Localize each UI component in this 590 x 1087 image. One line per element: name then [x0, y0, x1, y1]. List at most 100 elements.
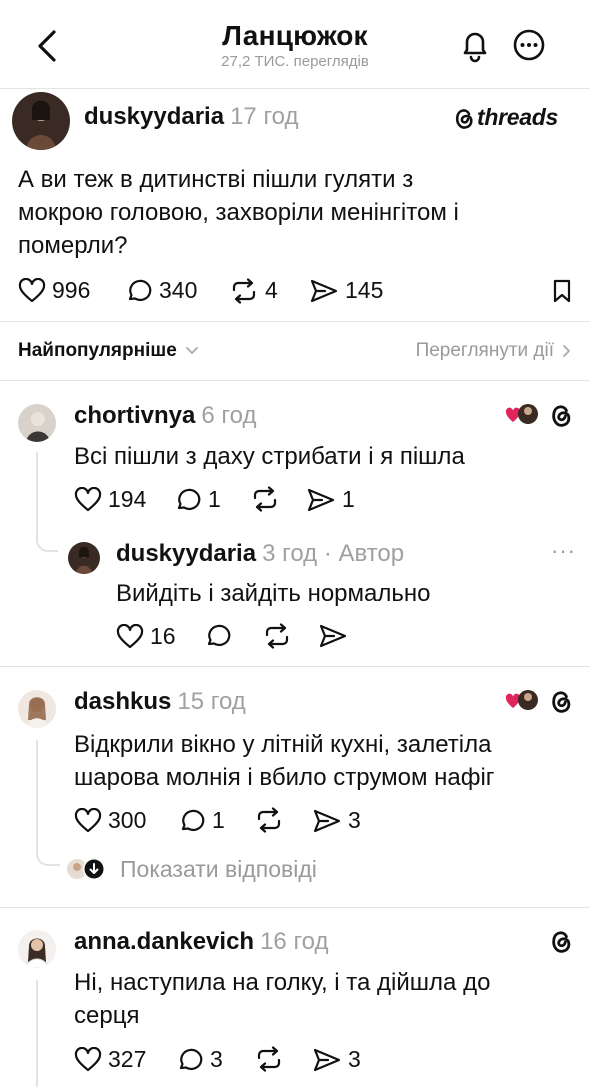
threads-wordmark: threads — [477, 104, 558, 130]
like-button[interactable]: 996 — [18, 277, 90, 304]
threads-logo-icon — [552, 691, 571, 713]
comment-icon — [207, 624, 231, 647]
threads-logo-icon — [552, 931, 571, 953]
reply-author[interactable]: anna.dankevich 16 год — [74, 928, 329, 956]
comment-count: 3 — [210, 1046, 223, 1072]
heart-icon — [74, 1046, 102, 1071]
post-text-line: померли? — [18, 232, 128, 259]
share-button[interactable] — [318, 623, 354, 649]
more-options-icon[interactable]: ··· — [551, 538, 576, 564]
show-replies-avatars[interactable] — [66, 856, 110, 882]
header-divider — [0, 88, 590, 89]
reply-text-line: Ні, наступила на голку, і та дійшла до — [74, 969, 491, 996]
share-count: 3 — [348, 807, 361, 833]
repost-icon — [257, 1046, 281, 1072]
repost-button[interactable]: 4 — [229, 277, 278, 304]
reply-time: 6 год — [201, 402, 257, 429]
show-replies-link[interactable]: Показати відповіді — [120, 856, 317, 883]
reply-time: 3 год · Автор — [262, 540, 405, 567]
like-button[interactable]: 300 — [74, 807, 146, 834]
heart-icon — [116, 623, 144, 648]
like-button[interactable]: 194 — [74, 486, 146, 513]
activity-label: Переглянути дії — [415, 340, 554, 361]
bookmark-icon[interactable] — [551, 278, 573, 304]
username[interactable]: duskyydaria — [116, 540, 256, 567]
comment-icon — [128, 279, 152, 301]
username[interactable]: duskyydaria — [84, 103, 224, 130]
repost-button[interactable] — [254, 1046, 290, 1072]
repost-button[interactable] — [250, 486, 286, 512]
comment-button[interactable]: 340 — [125, 277, 197, 304]
like-count: 16 — [150, 623, 176, 649]
thread-connector — [36, 530, 58, 552]
heart-icon — [74, 807, 102, 832]
repost-icon — [257, 807, 281, 833]
repost-icon — [253, 486, 277, 512]
avatar[interactable] — [18, 404, 56, 442]
heart-icon — [74, 486, 102, 511]
send-icon — [313, 1048, 341, 1071]
avatar[interactable] — [68, 542, 100, 574]
reply-text: Вийдіть і зайдіть нормально — [116, 580, 431, 607]
avatar[interactable] — [18, 930, 56, 968]
username[interactable]: anna.dankevich — [74, 928, 254, 955]
reply-author[interactable]: chortivnya 6 год — [74, 402, 256, 430]
comment-button[interactable] — [204, 623, 238, 649]
avatar[interactable] — [12, 92, 70, 150]
sort-divider — [0, 380, 590, 381]
thread-line — [36, 452, 38, 534]
reply-text: Відкрили вікно у літній кухні, залетіла … — [74, 728, 574, 794]
reply-time: 16 год — [260, 928, 329, 955]
share-button[interactable]: 3 — [312, 1046, 361, 1073]
repost-icon — [265, 623, 289, 649]
repost-button[interactable] — [254, 807, 290, 833]
username[interactable]: dashkus — [74, 688, 171, 715]
like-count: 327 — [108, 1046, 147, 1072]
username[interactable]: chortivnya — [74, 402, 195, 429]
reply-author[interactable]: dashkus 15 год — [74, 688, 246, 716]
comment-count: 340 — [159, 277, 198, 303]
comment-button[interactable]: 1 — [174, 486, 221, 513]
comment-icon — [179, 1048, 203, 1070]
reply-time: 15 год — [177, 688, 246, 715]
send-icon — [310, 279, 338, 302]
post-time: 17 год — [230, 103, 299, 130]
view-count: 27,2 ТИС. переглядів — [221, 53, 369, 70]
share-button[interactable]: 1 — [306, 486, 355, 513]
reply-text: Ні, наступила на голку, і та дійшла до с… — [74, 966, 574, 1032]
post-author[interactable]: duskyydaria 17 год — [84, 103, 299, 131]
share-count: 1 — [342, 486, 355, 512]
share-button[interactable]: 145 — [309, 277, 383, 304]
send-icon — [307, 488, 335, 511]
reply-text-line: шарова молнія і вбило струмом нафіг — [74, 764, 495, 791]
comment-button[interactable]: 3 — [176, 1046, 223, 1073]
threads-logo-icon — [455, 108, 473, 129]
view-activity-link[interactable]: Переглянути дії — [416, 340, 572, 362]
more-options-icon[interactable] — [511, 27, 547, 63]
share-button[interactable]: 3 — [312, 807, 361, 834]
bell-icon[interactable] — [458, 26, 492, 64]
share-count: 145 — [345, 277, 384, 303]
chevron-right-icon — [563, 345, 571, 357]
repost-button[interactable] — [262, 623, 298, 649]
reply-text-line: серця — [74, 1002, 140, 1029]
sort-label: Найпопулярніше — [18, 340, 177, 361]
post-divider — [0, 321, 590, 322]
avatar[interactable] — [18, 690, 56, 728]
like-button[interactable]: 16 — [116, 623, 176, 650]
liked-by-author-icon — [505, 690, 538, 710]
thread-connector — [36, 848, 60, 866]
comment-button[interactable]: 1 — [178, 807, 225, 834]
reply-divider — [0, 666, 590, 667]
comment-count: 1 — [208, 486, 221, 512]
like-button[interactable]: 327 — [74, 1046, 146, 1073]
heart-icon — [18, 277, 46, 302]
threads-logo-icon — [552, 405, 571, 427]
thread-line — [36, 740, 38, 852]
like-count: 194 — [108, 486, 147, 512]
share-count: 3 — [348, 1046, 361, 1072]
sort-dropdown[interactable]: Найпопулярніше — [18, 340, 199, 362]
reaction-indicator — [504, 688, 540, 717]
reply-author[interactable]: duskyydaria 3 год · Автор — [116, 540, 404, 568]
page-title: Ланцюжок — [222, 20, 368, 51]
